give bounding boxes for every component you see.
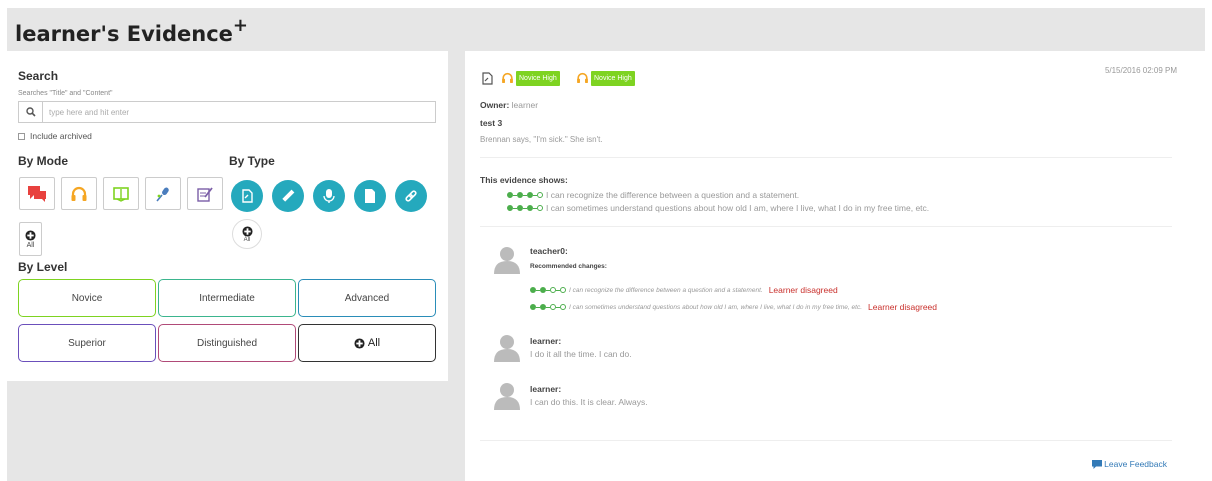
progress-dots-icon <box>507 205 543 211</box>
headphones-icon <box>577 72 588 84</box>
divider <box>480 157 1172 158</box>
divider <box>480 226 1172 227</box>
evidence-shows-heading: This evidence shows: <box>480 175 568 185</box>
leave-feedback-link[interactable]: Leave Feedback <box>1092 459 1167 469</box>
type-all-label: All <box>243 236 251 243</box>
level-button-superior[interactable]: Superior <box>18 324 156 362</box>
type-button-document[interactable] <box>231 180 263 212</box>
level-button-distinguished[interactable]: Distinguished <box>158 324 296 362</box>
type-button-file[interactable] <box>354 180 386 212</box>
microphone-icon <box>323 189 335 203</box>
can-do-item: I can recognize the difference between a… <box>507 190 799 200</box>
evidence-timestamp: 5/15/2016 02:09 PM <box>1104 66 1177 75</box>
mode-button-reading[interactable] <box>103 177 139 210</box>
search-icon[interactable] <box>19 102 43 122</box>
speech-bubbles-icon <box>28 185 46 202</box>
pencil-icon <box>282 189 295 202</box>
type-button-all[interactable]: All <box>232 219 262 249</box>
comment-author: teacher0: <box>530 246 568 256</box>
search-heading: Search <box>18 69 59 83</box>
recommended-changes-label: Recommended changes: <box>530 263 607 270</box>
divider <box>480 440 1172 441</box>
include-archived-checkbox[interactable] <box>18 132 25 140</box>
avatar <box>492 332 522 362</box>
type-button-audio[interactable] <box>313 180 345 212</box>
document-icon <box>482 72 493 85</box>
progress-dots-icon <box>507 192 543 198</box>
recommended-change: I can sometimes understand questions abo… <box>530 302 937 312</box>
title-plus[interactable]: + <box>233 15 248 36</box>
comment-author: learner: <box>530 336 562 346</box>
avatar <box>492 244 522 274</box>
search-box <box>18 101 436 123</box>
page-title: learner's Evidence+ <box>15 15 248 46</box>
search-input[interactable] <box>43 102 435 122</box>
comment-author: learner: <box>530 384 562 394</box>
can-do-item: I can sometimes understand questions abo… <box>507 203 929 213</box>
mode-button-interpersonal[interactable] <box>19 177 55 210</box>
plus-circle-icon <box>25 229 36 241</box>
evidence-panel: 5/15/2016 02:09 PM Novice High Novice Hi… <box>465 51 1205 481</box>
level-button-novice[interactable]: Novice <box>18 279 156 317</box>
level-badge: Novice High <box>591 71 635 86</box>
include-archived-label: Include archived <box>30 131 92 141</box>
mode-button-speaking[interactable] <box>145 177 181 210</box>
filter-panel: Search Searches "Title" and "Content" In… <box>7 51 448 381</box>
level-badge: Novice High <box>516 71 560 86</box>
page-header: learner's Evidence+ <box>7 8 1205 51</box>
search-hint: Searches "Title" and "Content" <box>18 90 113 97</box>
learner-disagreed-status: Learner disagreed <box>768 285 838 295</box>
mode-button-writing[interactable] <box>187 177 223 210</box>
learner-disagreed-status: Learner disagreed <box>868 302 938 312</box>
comment-text: I can do this. It is clear. Always. <box>530 397 648 407</box>
headphones-icon <box>502 72 513 84</box>
mode-button-listening[interactable] <box>61 177 97 210</box>
mode-all-label: All <box>26 241 35 249</box>
open-book-icon <box>113 186 129 202</box>
file-icon <box>365 189 375 203</box>
app-canvas: learner's Evidence+ Search Searches "Tit… <box>7 8 1205 481</box>
type-button-link[interactable] <box>395 180 427 212</box>
progress-dots-icon <box>530 287 566 293</box>
type-button-pencil[interactable] <box>272 180 304 212</box>
link-icon <box>405 190 417 202</box>
by-type-heading: By Type <box>229 154 275 168</box>
microphone-pen-icon <box>156 187 169 202</box>
evidence-owner: Owner: learner <box>480 100 539 110</box>
document-icon <box>242 189 253 203</box>
mode-button-all[interactable]: All <box>19 222 42 256</box>
by-mode-heading: By Mode <box>18 154 69 168</box>
by-level-heading: By Level <box>18 260 68 274</box>
include-archived[interactable]: Include archived <box>18 131 92 141</box>
level-button-advanced[interactable]: Advanced <box>298 279 436 317</box>
evidence-title: test 3 <box>480 118 503 128</box>
comment-text: I do it all the time. I can do. <box>530 349 632 359</box>
evidence-description: Brennan says, "I'm sick." She isn't. <box>480 135 603 144</box>
level-button-all[interactable]: All <box>298 324 436 362</box>
level-button-intermediate[interactable]: Intermediate <box>158 279 296 317</box>
recommended-change: I can recognize the difference between a… <box>530 285 838 295</box>
avatar <box>492 380 522 410</box>
plus-circle-icon <box>354 337 365 349</box>
headphones-icon <box>71 186 87 201</box>
plus-circle-icon <box>241 225 253 237</box>
comment-icon <box>1092 459 1103 469</box>
writing-icon <box>197 186 213 202</box>
progress-dots-icon <box>530 304 566 310</box>
